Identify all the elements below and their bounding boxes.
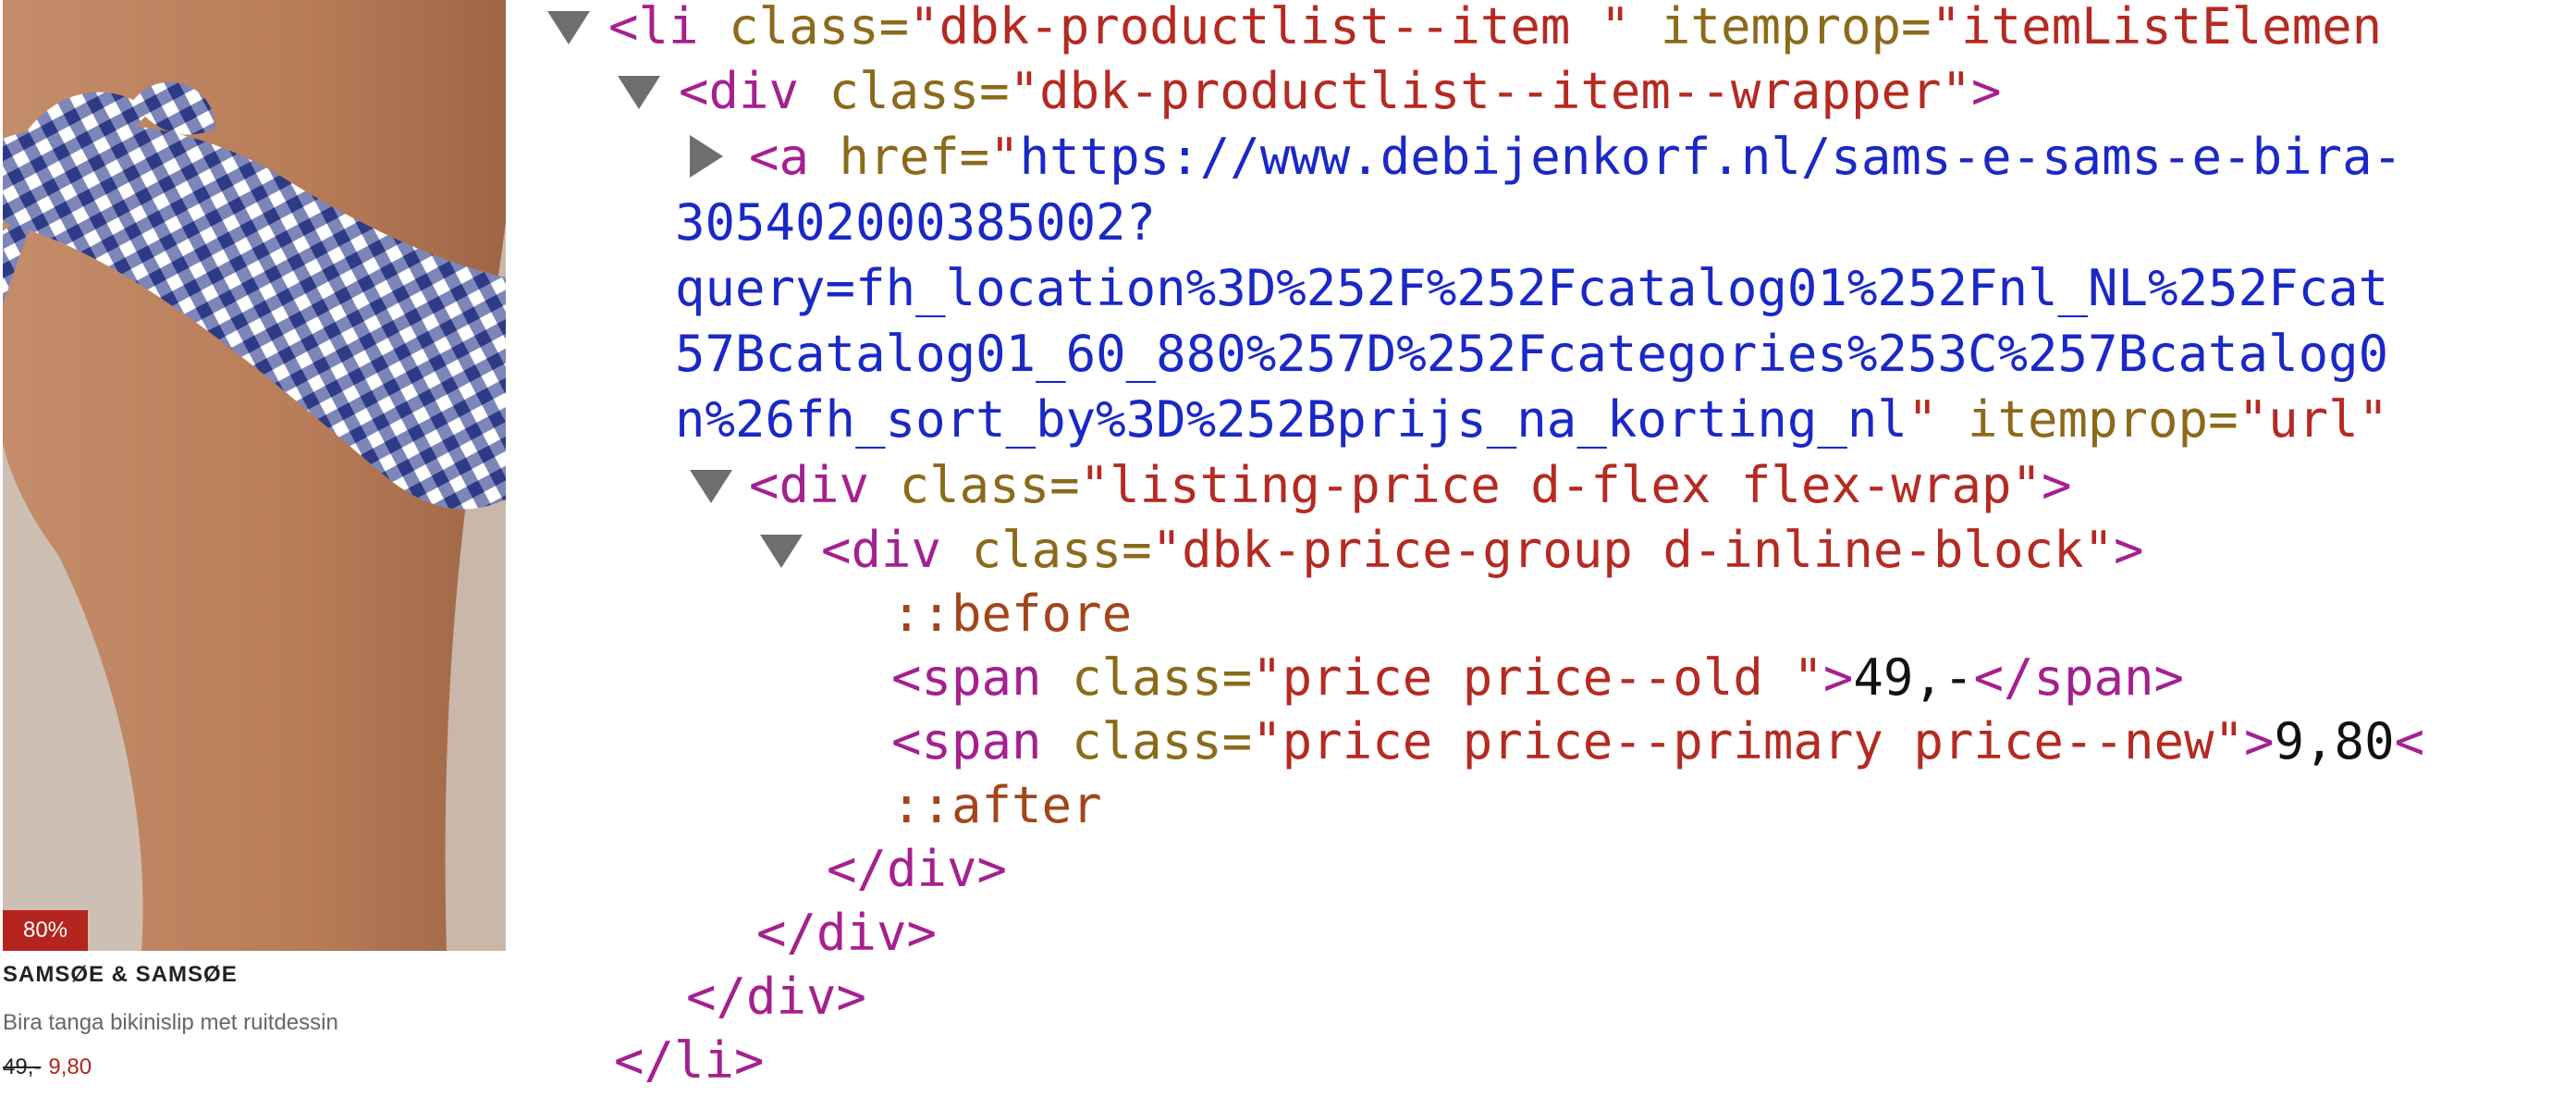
tag-close: > (1970, 62, 2002, 120)
attr-name: class= (1072, 648, 1253, 707)
code-line-anchor-url-end[interactable]: n%26fh_sort_by%3D%252Bprijs_na_korting_n… (675, 387, 2388, 452)
href-link[interactable]: 57Bcatalog01_60_880%257D%252Fcategories%… (675, 325, 2388, 383)
attr-value: "dbk-productlist--item " (909, 0, 1631, 55)
code-line-span-new[interactable]: <span class="price price--primary price-… (891, 709, 2424, 774)
discount-badge: 80% (3, 910, 88, 951)
collapse-div-toggle-icon[interactable] (690, 470, 732, 503)
code-line-anchor-url-cont[interactable]: 57Bcatalog01_60_880%257D%252Fcategories%… (675, 321, 2388, 387)
href-link[interactable]: 305402000385002? (675, 193, 1156, 252)
tag-name: <div (749, 456, 870, 514)
code-line-pseudo-after[interactable]: ::after (891, 772, 1102, 838)
code-line-anchor-url-cont[interactable]: 305402000385002? (675, 190, 1156, 255)
price-row: 49,- 9,80 (3, 1054, 92, 1080)
tag-close: </li> (614, 1031, 765, 1090)
href-link[interactable]: query=fh_location%3D%252F%252Fcatalog01%… (675, 259, 2388, 317)
attr-quote: " (989, 128, 1020, 186)
code-line-close-div[interactable]: </div> (756, 900, 937, 966)
href-link[interactable]: n%26fh_sort_by%3D%252Bprijs_na_korting_n… (675, 390, 1907, 449)
product-card[interactable]: 80% SAMSØE & SAMSØE Bira tanga bikinisli… (0, 0, 518, 1097)
code-line-close-div[interactable]: </div> (686, 964, 866, 1029)
attr-value: "dbk-productlist--item--wrapper" (1009, 62, 1971, 120)
brand-name[interactable]: SAMSØE & SAMSØE (3, 962, 238, 988)
code-line-anchor-url-cont[interactable]: query=fh_location%3D%252F%252Fcatalog01%… (675, 255, 2388, 321)
attr-name: class= (729, 0, 910, 55)
code-line-wrapper-div[interactable]: <div class="dbk-productlist--item--wrapp… (679, 58, 2002, 124)
attr-value: "listing-price d-flex flex-wrap" (1079, 456, 2042, 514)
product-photo (3, 0, 506, 951)
collapse-div-toggle-icon[interactable] (760, 535, 803, 568)
tag-name: <a (749, 128, 810, 186)
tag-name: <div (821, 521, 942, 579)
attr-value: "itemListElemen (1931, 0, 2383, 55)
attr-name: class= (1072, 712, 1253, 770)
tag-end: </span> (1973, 648, 2185, 707)
collapse-li-toggle-icon[interactable] (547, 11, 590, 44)
expand-anchor-toggle-icon[interactable] (690, 135, 723, 178)
tag-close: </div> (756, 904, 938, 962)
code-line-li-open[interactable]: <li class="dbk-productlist--item " itemp… (608, 0, 2382, 59)
attr-value: "dbk-price-group d-inline-block" (1151, 521, 2114, 579)
text-node: 9,80 (2274, 712, 2395, 770)
text-node: 49,- (1853, 648, 1974, 707)
code-line-close-li[interactable]: </li> (614, 1028, 765, 1093)
attr-name: class= (828, 62, 1010, 120)
code-line-listing-price-div[interactable]: <div class="listing-price d-flex flex-wr… (749, 452, 2072, 518)
tag-name: <span (891, 648, 1042, 707)
attr-value: "price price--old " (1252, 648, 1823, 707)
attr-name: itemprop= (1660, 0, 1932, 55)
elements-panel[interactable]: <li class="dbk-productlist--item " itemp… (518, 0, 2576, 1097)
tag-close: > (2244, 712, 2275, 770)
attr-value: "price price--primary price--new" (1252, 712, 2245, 770)
tag-close: </div> (686, 968, 867, 1026)
tag-name: <li (608, 0, 699, 55)
code-line-span-old[interactable]: <span class="price price--old ">49,-</sp… (891, 645, 2184, 710)
pseudo-element: ::after (891, 776, 1102, 834)
tag-name: <span (891, 712, 1042, 770)
pseudo-element: ::before (891, 585, 1133, 643)
price-new: 9,80 (48, 1054, 92, 1079)
price-old: 49,- (3, 1054, 42, 1079)
attr-value: "url" (2238, 390, 2389, 449)
tag-close: > (2041, 456, 2072, 514)
attr-name: itemprop= (1967, 390, 2239, 449)
code-line-close-div[interactable]: </div> (827, 836, 1007, 902)
code-line-pseudo-before[interactable]: ::before (891, 581, 1132, 647)
tag-end: < (2394, 712, 2425, 770)
code-line-anchor[interactable]: <a href="https://www.debijenkorf.nl/sams… (749, 124, 2402, 190)
product-title[interactable]: Bira tanga bikinislip met ruitdessin (3, 1010, 338, 1036)
tag-close: > (1822, 648, 1854, 707)
code-line-price-group-div[interactable]: <div class="dbk-price-group d-inline-blo… (821, 517, 2144, 583)
href-link[interactable]: https://www.debijenkorf.nl/sams-e-sams-e… (1020, 128, 2403, 186)
collapse-div-toggle-icon[interactable] (618, 76, 660, 109)
tag-close: </div> (827, 840, 1008, 898)
product-image[interactable] (3, 0, 506, 951)
attr-name: href= (839, 128, 990, 186)
attr-name: class= (971, 521, 1152, 579)
tag-close: > (2113, 521, 2144, 579)
tag-name: <div (679, 62, 800, 120)
attr-name: class= (899, 456, 1080, 514)
attr-quote: " (1907, 390, 1938, 449)
